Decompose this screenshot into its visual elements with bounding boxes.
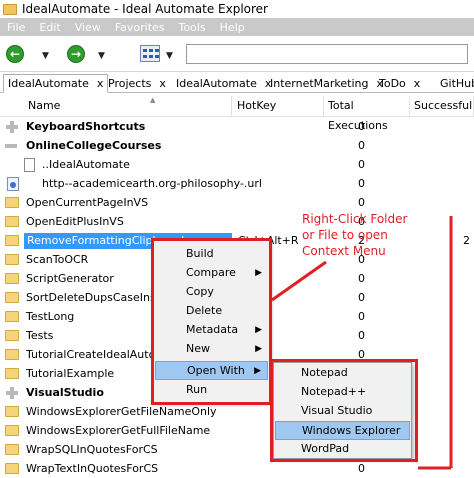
folder-icon: [5, 444, 19, 455]
forward-dropdown-icon[interactable]: ▼: [98, 51, 105, 61]
address-bar[interactable]: [186, 44, 468, 64]
column-hotkey[interactable]: HotKey: [233, 96, 324, 117]
folder-icon: [5, 368, 19, 379]
menu-tools[interactable]: Tools: [172, 21, 213, 34]
list-item[interactable]: KeyboardShortcuts 0: [0, 118, 474, 137]
expand-plus-icon[interactable]: [5, 120, 19, 134]
ctx-metadata[interactable]: Metadata ▶: [155, 321, 268, 340]
folder-icon: [5, 406, 19, 417]
collapse-minus-icon[interactable]: [5, 144, 17, 148]
menu-help[interactable]: Help: [213, 21, 252, 34]
menu-file[interactable]: File: [0, 21, 32, 34]
ctx-copy[interactable]: Copy: [155, 283, 268, 302]
folder-icon: [3, 3, 17, 15]
title-bar: IdealAutomate - Ideal Automate Explorer: [0, 0, 474, 18]
sub-notepad[interactable]: Notepad: [275, 364, 410, 383]
folder-icon: [5, 292, 19, 303]
annotation-text: Right-Click Folder or File to open Conte…: [302, 212, 408, 258]
folder-icon: [5, 254, 19, 265]
toolbar: ← ▼ → ▼ ▼: [0, 36, 474, 72]
menu-edit[interactable]: Edit: [32, 21, 67, 34]
submenu-arrow-icon: ▶: [254, 366, 261, 376]
menu-bar: File Edit View Favorites Tools Help: [0, 18, 474, 36]
list-item[interactable]: http--academicearth.org-philosophy-.url …: [0, 175, 474, 194]
ctx-delete[interactable]: Delete: [155, 302, 268, 321]
ctx-new[interactable]: New ▶: [155, 340, 268, 359]
context-menu: Build Compare ▶ Copy Delete Metadata ▶ New…: [153, 240, 270, 403]
arrow-left-icon: ←: [9, 47, 21, 61]
folder-icon: [5, 463, 19, 474]
tab-internetmarketing[interactable]: InternetMarketing x: [270, 76, 383, 93]
sub-wordpad[interactable]: WordPad: [275, 440, 410, 459]
tab-idealautomate-2[interactable]: IdealAutomate x: [176, 76, 271, 93]
submenu-arrow-icon: ▶: [255, 268, 262, 278]
ctx-run[interactable]: Run: [155, 381, 268, 400]
folder-icon: [5, 330, 19, 341]
file-icon: [24, 158, 35, 172]
tab-todo[interactable]: ToDo x: [379, 76, 420, 93]
tab-github[interactable]: GitHub: [440, 76, 474, 93]
column-header-row: ▲ Name HotKey Total Executions Successfu…: [0, 96, 474, 132]
grid-icon: [143, 49, 147, 52]
tab-close-icon[interactable]: x: [414, 77, 421, 90]
url-shortcut-icon: [7, 177, 19, 191]
open-with-submenu: Notepad Notepad++ Visual Studio Windows …: [273, 362, 412, 459]
sub-visual-studio[interactable]: Visual Studio: [275, 402, 410, 421]
submenu-arrow-icon: ▶: [255, 344, 262, 354]
expand-plus-icon[interactable]: [5, 386, 19, 400]
list-item[interactable]: ..IdealAutomate 0: [0, 156, 474, 175]
back-dropdown-icon[interactable]: ▼: [42, 51, 49, 61]
ctx-open-with[interactable]: Open With ▶: [155, 361, 268, 380]
window-title: IdealAutomate - Ideal Automate Explorer: [22, 2, 268, 16]
tab-strip: IdealAutomate x Projects x IdealAutomate x …: [0, 73, 474, 93]
back-button[interactable]: ←: [6, 45, 24, 63]
view-dropdown-icon[interactable]: ▼: [166, 51, 173, 61]
folder-icon: [5, 216, 19, 227]
tab-projects[interactable]: Projects x: [108, 76, 166, 93]
sub-windows-explorer[interactable]: Windows Explorer: [275, 421, 410, 440]
view-button[interactable]: [140, 45, 160, 62]
folder-icon: [5, 197, 19, 208]
folder-icon: [5, 235, 19, 246]
menu-favorites[interactable]: Favorites: [108, 21, 172, 34]
folder-icon: [5, 311, 19, 322]
forward-button[interactable]: →: [67, 45, 85, 63]
tab-close-icon[interactable]: x: [159, 77, 166, 90]
column-name[interactable]: Name: [22, 96, 232, 117]
ctx-build[interactable]: Build: [155, 245, 268, 264]
folder-icon: [5, 349, 19, 360]
list-item[interactable]: WrapTextInQuotesForCS 0: [0, 460, 474, 478]
tab-idealautomate[interactable]: IdealAutomate x: [3, 74, 109, 93]
menu-view[interactable]: View: [68, 21, 108, 34]
tab-close-icon[interactable]: x: [97, 77, 104, 90]
submenu-arrow-icon: ▶: [255, 325, 262, 335]
arrow-right-icon: →: [70, 47, 82, 61]
column-total-executions[interactable]: Total Executions: [324, 96, 410, 132]
ctx-compare[interactable]: Compare ▶: [155, 264, 268, 283]
folder-icon: [5, 425, 19, 436]
column-successful[interactable]: Successful: [410, 96, 474, 117]
list-item[interactable]: OnlineCollegeCourses 0: [0, 137, 474, 156]
sub-notepad-plus-plus[interactable]: Notepad++: [275, 383, 410, 402]
folder-icon: [5, 273, 19, 284]
